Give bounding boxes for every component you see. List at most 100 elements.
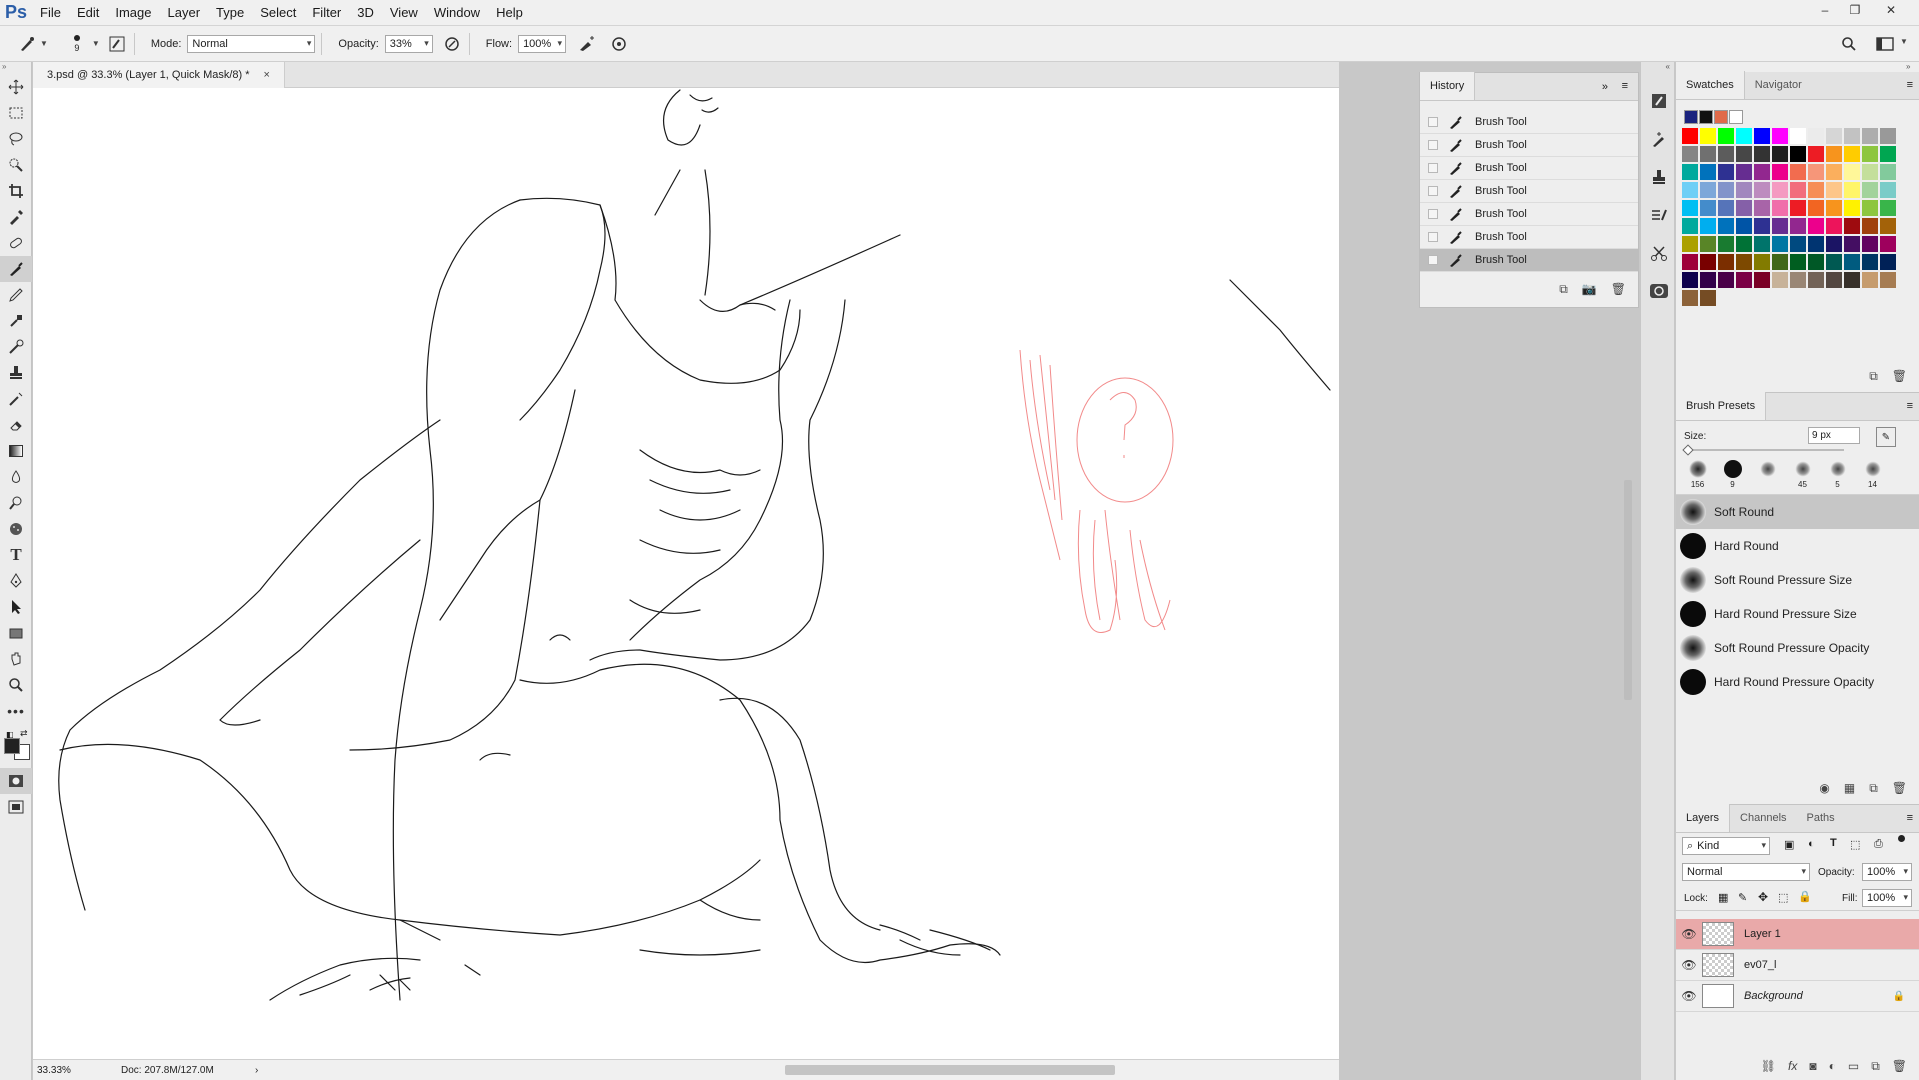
quick-mask-icon[interactable]: [0, 768, 32, 794]
screen-mode-icon[interactable]: [0, 794, 32, 820]
swatch[interactable]: [1826, 164, 1842, 180]
swatch[interactable]: [1718, 146, 1734, 162]
link-layers-icon[interactable]: ⛓: [1761, 1059, 1776, 1073]
zoom-level[interactable]: 33.33%: [33, 1065, 77, 1076]
tab-navigator[interactable]: Navigator: [1745, 71, 1812, 99]
swatch[interactable]: [1754, 236, 1770, 252]
swatch[interactable]: [1790, 128, 1806, 144]
blend-mode-select[interactable]: Normal ▾: [1682, 863, 1810, 881]
opacity-input[interactable]: 33% ▾: [384, 34, 433, 53]
lock-all-icon[interactable]: 🔒: [1798, 890, 1812, 903]
pencil-tool-icon[interactable]: [0, 282, 32, 308]
gradient-tool-icon[interactable]: [0, 438, 32, 464]
swatch[interactable]: [1700, 128, 1716, 144]
swatch[interactable]: [1808, 272, 1824, 288]
swatch[interactable]: [1880, 272, 1896, 288]
brush-preset-item[interactable]: Hard Round Pressure Size: [1676, 597, 1919, 631]
swatch[interactable]: [1844, 182, 1860, 198]
swatch[interactable]: [1808, 254, 1824, 270]
crop-tool-icon[interactable]: [0, 178, 32, 204]
history-source-checkbox[interactable]: [1428, 209, 1438, 219]
size-slider-track[interactable]: [1684, 449, 1844, 451]
tab-history[interactable]: History: [1420, 72, 1476, 100]
history-source-checkbox[interactable]: [1428, 232, 1438, 242]
blur-tool-icon[interactable]: [0, 464, 32, 490]
swatch[interactable]: [1862, 254, 1878, 270]
menu-help[interactable]: Help: [488, 0, 531, 26]
swatch[interactable]: [1862, 128, 1878, 144]
history-item[interactable]: Brush Tool: [1420, 203, 1638, 226]
healing-brush-tool-icon[interactable]: [0, 230, 32, 256]
layer-row[interactable]: 👁 ev07_l: [1676, 950, 1919, 981]
sponge-tool-icon[interactable]: [0, 516, 32, 542]
swatch[interactable]: [1826, 128, 1842, 144]
swatch[interactable]: [1754, 272, 1770, 288]
swatch[interactable]: [1736, 272, 1752, 288]
visibility-eye-icon[interactable]: 👁: [1676, 927, 1702, 941]
swatch[interactable]: [1826, 200, 1842, 216]
swatch[interactable]: [1808, 146, 1824, 162]
swatch[interactable]: [1736, 182, 1752, 198]
brush-quick-preset[interactable]: 45: [1787, 455, 1818, 494]
zoom-tool-icon[interactable]: [0, 672, 32, 698]
swatch[interactable]: [1862, 200, 1878, 216]
recent-swatch[interactable]: [1684, 110, 1698, 124]
quick-selection-tool-icon[interactable]: [0, 152, 32, 178]
close-button[interactable]: ✕: [1878, 0, 1904, 20]
layer-opacity-input[interactable]: 100% ▾: [1862, 863, 1912, 881]
lock-transparent-icon[interactable]: ▦: [1718, 891, 1728, 904]
lock-position-icon[interactable]: ✥: [1758, 890, 1768, 904]
lasso-tool-icon[interactable]: [0, 126, 32, 152]
history-item[interactable]: Brush Tool: [1420, 157, 1638, 180]
swatch[interactable]: [1700, 272, 1716, 288]
search-icon[interactable]: [1838, 33, 1860, 55]
swatch[interactable]: [1682, 146, 1698, 162]
recent-swatch[interactable]: [1699, 110, 1713, 124]
swatch[interactable]: [1862, 236, 1878, 252]
size-slider-thumb[interactable]: [1682, 444, 1694, 456]
recent-swatch[interactable]: [1714, 110, 1728, 124]
swatch[interactable]: [1682, 164, 1698, 180]
brush-settings-icon[interactable]: [1641, 120, 1676, 158]
pixel-filter-icon[interactable]: ▣: [1784, 838, 1794, 851]
layer-style-icon[interactable]: fx: [1788, 1059, 1797, 1073]
type-tool-icon[interactable]: T: [0, 542, 32, 568]
eyedropper-tool-icon[interactable]: [0, 204, 32, 230]
smart-object-filter-icon[interactable]: ⎙: [1874, 838, 1883, 851]
history-item[interactable]: Brush Tool: [1420, 226, 1638, 249]
pressure-size-icon[interactable]: [608, 33, 630, 55]
swatch[interactable]: [1880, 146, 1896, 162]
more-tools-icon[interactable]: •••: [0, 698, 32, 724]
history-item[interactable]: Brush Tool: [1420, 111, 1638, 134]
swatch[interactable]: [1754, 218, 1770, 234]
stamp-tool-icon[interactable]: [0, 360, 32, 386]
brush-preset-item[interactable]: Soft Round Pressure Size: [1676, 563, 1919, 597]
swatch[interactable]: [1844, 128, 1860, 144]
menu-window[interactable]: Window: [426, 0, 488, 26]
history-panel-icon[interactable]: [1641, 82, 1676, 120]
marquee-tool-icon[interactable]: [0, 100, 32, 126]
swatch[interactable]: [1826, 218, 1842, 234]
menu-file[interactable]: File: [32, 0, 69, 26]
swatch[interactable]: [1682, 128, 1698, 144]
swatch[interactable]: [1790, 182, 1806, 198]
workspace-switcher-icon[interactable]: [1874, 33, 1896, 55]
swatch[interactable]: [1754, 146, 1770, 162]
swatch[interactable]: [1736, 128, 1752, 144]
minimize-button[interactable]: –: [1812, 0, 1838, 20]
trash-icon[interactable]: 🗑: [1892, 1059, 1907, 1073]
layer-row[interactable]: 👁 Background 🔒: [1676, 981, 1919, 1012]
swatch[interactable]: [1736, 164, 1752, 180]
brush-preset-item[interactable]: Hard Round: [1676, 529, 1919, 563]
swatch[interactable]: [1880, 200, 1896, 216]
history-item[interactable]: Brush Tool: [1420, 134, 1638, 157]
trash-icon[interactable]: 🗑: [1892, 781, 1907, 795]
chevron-down-icon[interactable]: ▼: [1900, 37, 1908, 46]
swatch[interactable]: [1790, 164, 1806, 180]
menu-filter[interactable]: Filter: [304, 0, 349, 26]
foreground-color-swatch[interactable]: [4, 738, 20, 754]
expand-panel-icon[interactable]: »: [1602, 81, 1608, 93]
swatch[interactable]: [1808, 128, 1824, 144]
panel-menu-icon[interactable]: ≡: [1622, 80, 1628, 92]
swatch[interactable]: [1790, 200, 1806, 216]
